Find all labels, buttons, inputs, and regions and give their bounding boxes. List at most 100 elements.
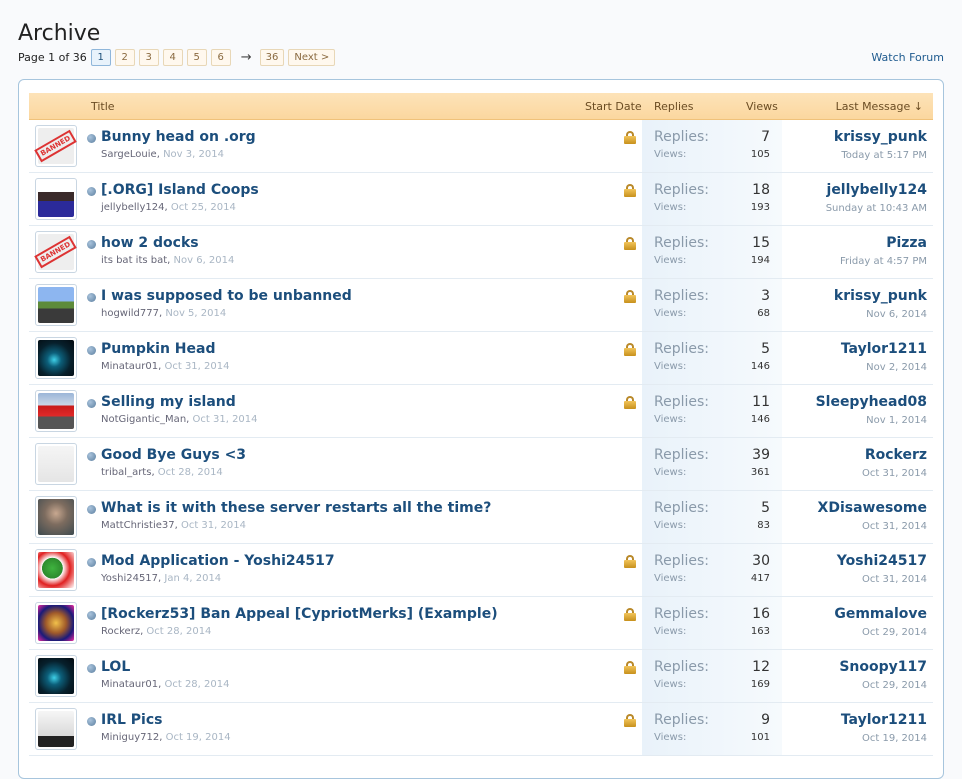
thread-start-date[interactable]: Oct 28, 2014: [146, 626, 211, 637]
thread-start-date[interactable]: Oct 25, 2014: [171, 202, 236, 213]
avatar[interactable]: [35, 708, 77, 750]
last-message-time[interactable]: Nov 2, 2014: [841, 362, 927, 373]
thread-start-date[interactable]: Jan 4, 2014: [164, 573, 221, 584]
column-header-title[interactable]: Title: [91, 100, 115, 113]
views-count: 163: [750, 626, 770, 637]
thread-author-link[interactable]: SargeLouie: [101, 149, 157, 160]
thread-start-date[interactable]: Oct 31, 2014: [193, 414, 258, 425]
column-header-views[interactable]: Views: [746, 100, 778, 113]
thread-author-link[interactable]: MattChristie37: [101, 520, 175, 531]
last-message-user-link[interactable]: jellybelly124: [826, 182, 927, 198]
column-header-start-date[interactable]: Start Date: [585, 100, 642, 113]
last-message-time[interactable]: Sunday at 10:43 AM: [826, 203, 927, 214]
last-message-time[interactable]: Today at 5:17 PM: [834, 150, 927, 161]
thread-title-link[interactable]: Bunny head on .org: [101, 129, 256, 145]
pagination: Page 1 of 36 1 2 3 4 5 6 → 36 Next >: [18, 49, 339, 66]
avatar[interactable]: BANNED: [34, 231, 78, 273]
car-avatar: [38, 393, 74, 429]
page-link-6[interactable]: 6: [210, 49, 231, 66]
avatar[interactable]: BANNED: [34, 125, 78, 167]
last-message-time[interactable]: Oct 29, 2014: [839, 680, 927, 691]
thread-author-link[interactable]: its bat its bat: [101, 255, 167, 266]
next-page-button[interactable]: Next >: [288, 49, 336, 66]
thread-author-link[interactable]: jellybelly124: [101, 202, 164, 213]
thread-meta: SargeLouie, Nov 3, 2014: [101, 149, 224, 160]
thread-title-link[interactable]: [.ORG] Island Coops: [101, 182, 259, 198]
thread-start-date[interactable]: Oct 31, 2014: [181, 520, 246, 531]
thread-row: IRL Pics Miniguy712, Oct 19, 2014 Replies:…: [29, 703, 933, 756]
thread-title-link[interactable]: [Rockerz53] Ban Appeal [CypriotMerks] (E…: [101, 606, 498, 622]
column-header-last-message[interactable]: Last Message ↓: [836, 100, 923, 113]
avatar[interactable]: [35, 602, 77, 644]
last-message-time[interactable]: Nov 1, 2014: [816, 415, 927, 426]
last-message-time[interactable]: Oct 19, 2014: [841, 733, 927, 744]
last-message-time[interactable]: Oct 31, 2014: [862, 468, 927, 479]
avatar[interactable]: [35, 390, 77, 432]
thread-title-link[interactable]: I was supposed to be unbanned: [101, 288, 352, 304]
thread-start-date[interactable]: Oct 31, 2014: [164, 361, 229, 372]
views-label: Views:: [654, 202, 687, 213]
last-message-time[interactable]: Oct 29, 2014: [834, 627, 927, 638]
thread-author-link[interactable]: Miniguy712: [101, 732, 159, 743]
last-message-time[interactable]: Oct 31, 2014: [837, 574, 927, 585]
thread-status-icon: [87, 399, 96, 408]
avatar[interactable]: [35, 178, 77, 220]
thread-title-link[interactable]: What is it with these server restarts al…: [101, 500, 491, 516]
thread-stats: Replies: 11 Views: 146: [642, 385, 782, 437]
page-link-2[interactable]: 2: [114, 49, 135, 66]
last-message-user-link[interactable]: Yoshi24517: [837, 553, 927, 569]
avatar[interactable]: [35, 337, 77, 379]
column-header-replies[interactable]: Replies: [654, 100, 694, 113]
last-message-time[interactable]: Nov 6, 2014: [834, 309, 927, 320]
last-message-user-link[interactable]: Pizza: [840, 235, 927, 251]
last-message-user-link[interactable]: krissy_punk: [834, 129, 927, 145]
thread-row: BANNED how 2 docks its bat its bat, Nov 6,…: [29, 226, 933, 279]
watch-forum-link[interactable]: Watch Forum: [871, 51, 944, 64]
thread-author-link[interactable]: Rockerz: [101, 626, 140, 637]
thread-title-link[interactable]: Pumpkin Head: [101, 341, 215, 357]
thread-author-link[interactable]: hogwild777: [101, 308, 159, 319]
thread-start-date[interactable]: Oct 19, 2014: [166, 732, 231, 743]
last-message-user-link[interactable]: Rockerz: [862, 447, 927, 463]
thread-author-link[interactable]: Minataur01: [101, 679, 158, 690]
thread-title-link[interactable]: Good Bye Guys <3: [101, 447, 246, 463]
thread-title-link[interactable]: LOL: [101, 659, 130, 675]
last-message-user-link[interactable]: Taylor1211: [841, 341, 927, 357]
avatar[interactable]: [35, 549, 77, 591]
avatar[interactable]: [35, 284, 77, 326]
avatar[interactable]: [35, 443, 77, 485]
thread-author-link[interactable]: tribal_arts: [101, 467, 151, 478]
last-message-user-link[interactable]: XDisawesome: [818, 500, 927, 516]
page-link-last[interactable]: 36: [259, 49, 285, 66]
last-message-user-link[interactable]: Gemmalove: [834, 606, 927, 622]
page-link-5[interactable]: 5: [186, 49, 207, 66]
page-link-4[interactable]: 4: [162, 49, 183, 66]
thread-title-link[interactable]: Selling my island: [101, 394, 236, 410]
thread-stats: Replies: 12 Views: 169: [642, 650, 782, 702]
last-message-time[interactable]: Friday at 4:57 PM: [840, 256, 927, 267]
thread-start-date[interactable]: Oct 28, 2014: [158, 467, 223, 478]
thread-title-link[interactable]: IRL Pics: [101, 712, 162, 728]
last-message-user-link[interactable]: Taylor1211: [841, 712, 927, 728]
thread-start-date[interactable]: Nov 6, 2014: [174, 255, 235, 266]
thread-start-date[interactable]: Nov 5, 2014: [165, 308, 226, 319]
last-message-time[interactable]: Oct 31, 2014: [818, 521, 927, 532]
thread-title-link[interactable]: Mod Application - Yoshi24517: [101, 553, 335, 569]
last-message-user-link[interactable]: krissy_punk: [834, 288, 927, 304]
avatar[interactable]: [35, 496, 77, 538]
thread-author-link[interactable]: NotGigantic_Man: [101, 414, 186, 425]
last-message-user-link[interactable]: Sleepyhead08: [816, 394, 927, 410]
avatar[interactable]: [35, 655, 77, 697]
thread-author-link[interactable]: Minataur01: [101, 361, 158, 372]
replies-label: Replies:: [654, 606, 710, 622]
last-message-user-link[interactable]: Snoopy117: [839, 659, 927, 675]
page-link-1[interactable]: 1: [90, 49, 111, 66]
thread-meta: MattChristie37, Oct 31, 2014: [101, 520, 246, 531]
thread-start-date[interactable]: Nov 3, 2014: [163, 149, 224, 160]
thread-start-date[interactable]: Oct 28, 2014: [164, 679, 229, 690]
views-label: Views:: [654, 414, 687, 425]
page-jump-arrow[interactable]: →: [241, 50, 252, 65]
thread-author-link[interactable]: Yoshi24517: [101, 573, 158, 584]
page-link-3[interactable]: 3: [138, 49, 159, 66]
thread-title-link[interactable]: how 2 docks: [101, 235, 199, 251]
